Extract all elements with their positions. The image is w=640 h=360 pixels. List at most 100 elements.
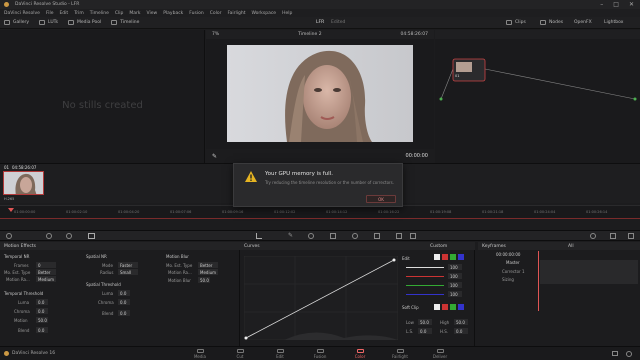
st-blend-value[interactable]: 0.0 (118, 310, 130, 316)
curve-channel-b[interactable] (458, 254, 464, 260)
tnr-motion-range-value[interactable]: Medium (36, 276, 56, 282)
gallery-button[interactable]: Gallery (4, 20, 29, 25)
curve-graph[interactable] (244, 256, 398, 340)
settings-icon[interactable] (626, 351, 632, 357)
blur-icon[interactable] (352, 233, 358, 239)
page-color[interactable]: Color (340, 349, 380, 359)
st-chroma-value[interactable]: 0.0 (118, 299, 130, 305)
viewer-timeline-name[interactable]: Timeline 2 (298, 32, 321, 37)
snr-mode-value[interactable]: Faster (118, 262, 138, 268)
home-icon[interactable] (612, 351, 618, 356)
key-icon[interactable] (374, 233, 380, 239)
page-cut[interactable]: Cut (220, 349, 260, 359)
high-value[interactable]: 50.0 (454, 319, 468, 325)
tt-chroma-value[interactable]: 0.0 (36, 308, 48, 314)
page-fusion[interactable]: Fusion (300, 349, 340, 359)
menu-davinci[interactable]: DaVinci Resolve (4, 11, 40, 16)
tnr-mo-est-value[interactable]: Better (36, 269, 56, 275)
menu-edit[interactable]: Edit (59, 11, 68, 16)
minimize-button[interactable]: – (600, 1, 603, 8)
scopes-icon[interactable] (590, 233, 596, 239)
tt-blend-value[interactable]: 0.0 (36, 327, 48, 333)
menu-workspace[interactable]: Workspace (251, 11, 276, 16)
channel-value-y[interactable]: 100 (448, 264, 462, 270)
app-icon (4, 2, 9, 7)
menu-color[interactable]: Color (210, 11, 222, 16)
timeline-button[interactable]: Timeline (111, 20, 139, 25)
channel-value-r[interactable]: 100 (448, 273, 462, 279)
menu-view[interactable]: View (147, 11, 158, 16)
curves-mode[interactable]: Custom (430, 244, 447, 249)
tracker-icon[interactable] (330, 233, 336, 239)
softclip-channel-y[interactable] (434, 304, 440, 310)
expand-icon[interactable] (628, 233, 634, 239)
node-output-dot[interactable] (633, 97, 637, 101)
curve-channel-y[interactable] (434, 254, 440, 260)
track-corrector-1[interactable]: Corrector 1 (502, 269, 525, 274)
sizing-icon[interactable] (396, 233, 402, 239)
ls-value[interactable]: 0.0 (418, 328, 432, 334)
motion-effects-icon[interactable] (88, 233, 95, 239)
color-wheels-icon[interactable] (46, 233, 52, 239)
curves-icon[interactable] (256, 233, 262, 239)
mb-motion-range-value[interactable]: Medium (198, 269, 218, 275)
openfx-button[interactable]: OpenFX (574, 20, 592, 25)
channel-value-b[interactable]: 100 (448, 291, 462, 297)
st-luma-value[interactable]: 0.0 (118, 290, 130, 296)
info-icon[interactable] (610, 233, 616, 239)
menu-clip[interactable]: Clip (115, 11, 124, 16)
menu-help[interactable]: Help (282, 11, 292, 16)
tt-luma-value[interactable]: 0.0 (36, 299, 48, 305)
menu-fairlight[interactable]: Fairlight (227, 11, 245, 16)
motion-effects-title: Motion Effects (0, 242, 240, 250)
low-value[interactable]: 50.0 (418, 319, 432, 325)
ok-button[interactable]: OK (366, 195, 396, 203)
rgb-mixer-icon[interactable] (66, 233, 72, 239)
node-input-dot[interactable] (439, 97, 443, 101)
page-deliver[interactable]: Deliver (420, 349, 460, 359)
curve-point-black[interactable] (244, 336, 248, 340)
tt-motion-value[interactable]: 50.0 (36, 317, 48, 323)
close-button[interactable]: ✕ (629, 1, 634, 8)
mb-blur-value[interactable]: 50.0 (198, 277, 210, 283)
mb-mo-est-value[interactable]: Better (198, 262, 218, 268)
luts-button[interactable]: LUTs (39, 20, 58, 25)
menu-file[interactable]: File (46, 11, 54, 16)
track-master[interactable]: Master (506, 260, 520, 265)
track-sizing[interactable]: Sizing (502, 277, 514, 282)
snr-radius-value[interactable]: Small (118, 269, 138, 275)
page-edit[interactable]: Edit (260, 349, 300, 359)
page-fairlight[interactable]: Fairlight (380, 349, 420, 359)
viewer-tool-icon[interactable]: ✎ (212, 153, 217, 160)
curve-point-white[interactable] (392, 258, 396, 262)
camera-raw-icon[interactable] (6, 233, 12, 239)
keyframe-playhead[interactable] (538, 251, 539, 311)
nodes-button[interactable]: Nodes (540, 20, 563, 25)
curve-channel-r[interactable] (442, 254, 448, 260)
window-icon[interactable] (308, 233, 314, 239)
page-media[interactable]: Media (180, 349, 220, 359)
menu-timeline[interactable]: Timeline (90, 11, 109, 16)
clips-button[interactable]: Clips (506, 20, 526, 25)
dialog-message: Your GPU memory is full. (265, 171, 333, 177)
playhead-timecode: 00:00:00 (405, 153, 428, 159)
softclip-channel-g[interactable] (450, 304, 456, 310)
menu-trim[interactable]: Trim (74, 11, 84, 16)
hs-value[interactable]: 0.0 (454, 328, 468, 334)
keyframes-filter[interactable]: All (568, 244, 574, 249)
media-pool-button[interactable]: Media Pool (67, 20, 101, 25)
3d-icon[interactable] (410, 233, 416, 239)
clip-thumbnail[interactable] (3, 171, 44, 195)
qualifier-icon[interactable]: ✎ (288, 232, 293, 239)
lightbox-button[interactable]: Lightbox (604, 20, 623, 25)
curve-channel-g[interactable] (450, 254, 456, 260)
tnr-frames-value[interactable]: 0 (36, 262, 56, 268)
softclip-channel-r[interactable] (442, 304, 448, 310)
menu-playback[interactable]: Playback (163, 11, 183, 16)
softclip-channel-b[interactable] (458, 304, 464, 310)
menu-fusion[interactable]: Fusion (189, 11, 203, 16)
viewer-zoom[interactable]: 7% (212, 32, 219, 37)
menu-mark[interactable]: Mark (129, 11, 140, 16)
channel-value-g[interactable]: 100 (448, 282, 462, 288)
maximize-button[interactable]: □ (613, 1, 619, 8)
